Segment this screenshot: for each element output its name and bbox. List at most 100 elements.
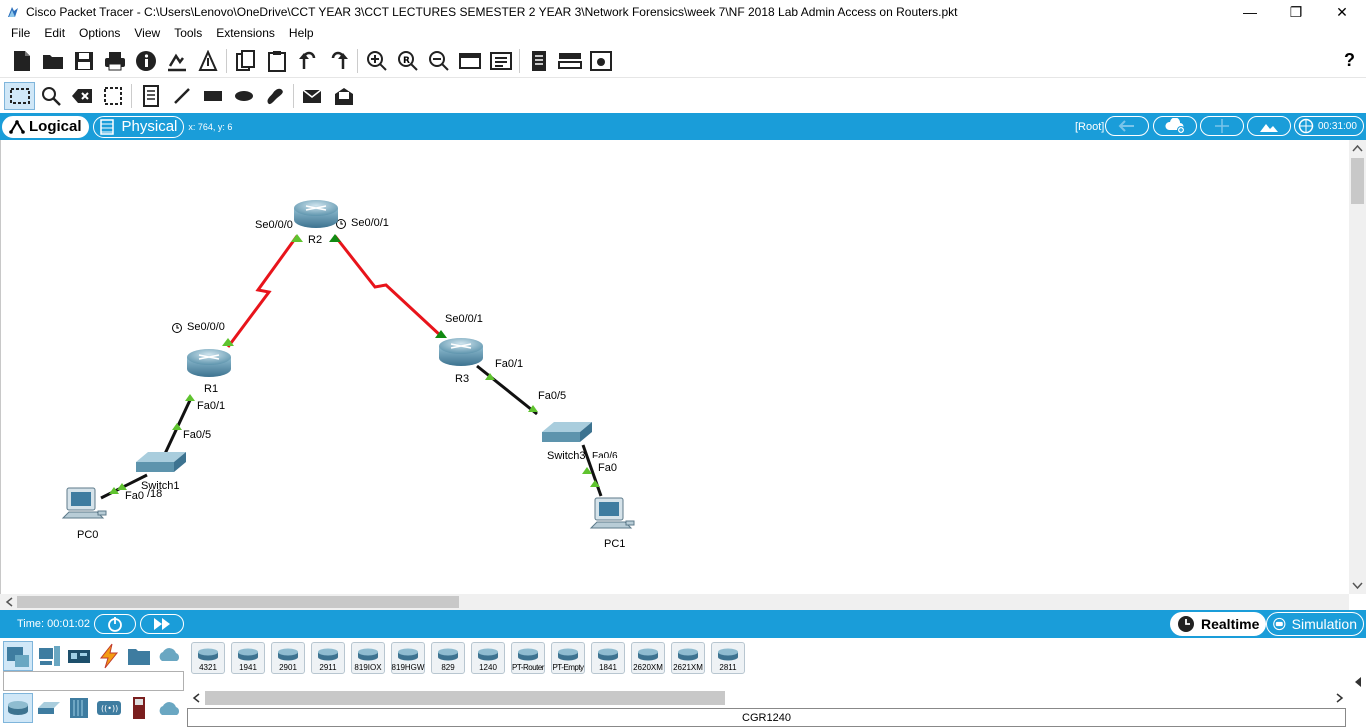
scroll-up-icon[interactable] (1349, 142, 1366, 154)
model-2811[interactable]: 2811 (711, 642, 745, 674)
save-icon[interactable] (68, 47, 99, 75)
model-829[interactable]: 829 (431, 642, 465, 674)
model-1240[interactable]: 1240 (471, 642, 505, 674)
topology-canvas[interactable] (1, 140, 1350, 594)
maximize-button[interactable]: ❐ (1273, 0, 1319, 24)
models-scroll-left-icon[interactable] (192, 692, 202, 704)
clock-button[interactable]: 00:31:00 (1294, 116, 1364, 136)
set-background-button[interactable] (1247, 116, 1291, 136)
paste-icon[interactable] (261, 47, 292, 75)
model-1941[interactable]: 1941 (231, 642, 265, 674)
router-r3[interactable] (439, 338, 483, 366)
model-2901[interactable]: 2901 (271, 642, 305, 674)
expand-panel-icon[interactable] (1352, 675, 1364, 689)
model-2620xm[interactable]: 2620XM (631, 642, 665, 674)
tab-physical[interactable]: Physical (92, 115, 185, 138)
device-template-icon[interactable] (554, 47, 585, 75)
menu-tools[interactable]: Tools (167, 26, 209, 40)
model-2621xm[interactable]: 2621XM (671, 642, 705, 674)
router-r2[interactable] (294, 200, 338, 228)
draw-rectangle-icon[interactable] (197, 82, 228, 110)
connections-category-icon[interactable] (94, 641, 124, 671)
info-icon[interactable] (130, 47, 161, 75)
horizontal-scroll-thumb[interactable] (17, 596, 459, 608)
menu-edit[interactable]: Edit (37, 26, 72, 40)
zoom-out-icon[interactable] (423, 47, 454, 75)
vertical-scroll-thumb[interactable] (1351, 158, 1364, 204)
move-object-button[interactable] (1200, 116, 1244, 136)
draw-ellipse-icon[interactable] (228, 82, 259, 110)
network-info-icon[interactable] (192, 47, 223, 75)
serial-link-r2-r3[interactable] (333, 235, 443, 338)
close-button[interactable]: ✕ (1319, 0, 1365, 24)
undo-icon[interactable] (292, 47, 323, 75)
open-folder-icon[interactable] (37, 47, 68, 75)
tab-logical[interactable]: Logical (2, 115, 89, 138)
draw-line-icon[interactable] (166, 82, 197, 110)
category-search-box[interactable] (3, 671, 184, 691)
pc-pc1[interactable] (589, 497, 635, 529)
vertical-scrollbar[interactable] (1349, 140, 1366, 594)
models-scroll-thumb[interactable] (205, 691, 725, 705)
simulation-mode-button[interactable]: Simulation (1266, 612, 1364, 636)
end-devices-category-icon[interactable] (34, 641, 64, 671)
delete-icon[interactable] (66, 82, 97, 110)
menu-extensions[interactable]: Extensions (209, 26, 282, 40)
minimize-button[interactable]: — (1227, 0, 1273, 24)
model-819hgw[interactable]: 819HGW (391, 642, 425, 674)
resize-shape-icon[interactable] (97, 82, 128, 110)
print-icon[interactable] (99, 47, 130, 75)
model-pt-router[interactable]: PT-Router (511, 642, 545, 674)
components-category-icon[interactable] (64, 641, 94, 671)
freeform-icon[interactable] (259, 82, 290, 110)
models-scroll-right-icon[interactable] (1334, 692, 1344, 704)
place-note-icon[interactable] (135, 82, 166, 110)
switches-subcategory-icon[interactable] (34, 693, 64, 723)
miscellaneous-category-icon[interactable] (124, 641, 154, 671)
scroll-down-icon[interactable] (1349, 580, 1366, 592)
copy-icon[interactable] (230, 47, 261, 75)
zoom-reset-icon[interactable]: R (392, 47, 423, 75)
screenshot-icon[interactable] (585, 47, 616, 75)
switch-switch3[interactable] (542, 422, 592, 442)
model-4321[interactable]: 4321 (191, 642, 225, 674)
switch-switch1[interactable] (136, 452, 186, 472)
activity-wizard-icon[interactable] (161, 47, 192, 75)
add-simple-pdu-icon[interactable] (297, 82, 328, 110)
router-r1[interactable] (187, 349, 231, 377)
zoom-in-icon[interactable] (361, 47, 392, 75)
routers-subcategory-icon[interactable] (3, 693, 33, 723)
scroll-left-icon[interactable] (4, 594, 16, 610)
model-2911[interactable]: 2911 (311, 642, 345, 674)
new-file-icon[interactable] (6, 47, 37, 75)
model-1841[interactable]: 1841 (591, 642, 625, 674)
hubs-subcategory-icon[interactable] (64, 693, 94, 723)
logical-workspace[interactable]: R2 R1 R3 Switch1 Switch3 PC0 PC1 Se0/0/0… (0, 140, 1366, 610)
ethernet-link-r3-switch3[interactable] (476, 364, 538, 416)
serial-link-r2-r1[interactable] (226, 235, 299, 348)
redo-icon[interactable] (323, 47, 354, 75)
wireless-subcategory-icon[interactable]: ((•)) (94, 693, 124, 723)
menu-view[interactable]: View (127, 26, 167, 40)
back-nav-button[interactable] (1105, 116, 1149, 136)
custom-devices-icon[interactable] (485, 47, 516, 75)
drawing-palette-icon[interactable] (454, 47, 485, 75)
realtime-mode-button[interactable]: Realtime (1170, 612, 1267, 636)
menu-file[interactable]: File (4, 26, 37, 40)
notes-icon[interactable] (523, 47, 554, 75)
select-tool-icon[interactable] (4, 82, 35, 110)
menu-help[interactable]: Help (282, 26, 321, 40)
horizontal-scrollbar[interactable] (0, 594, 1349, 610)
model-pt-empty[interactable]: PT-Empty (551, 642, 585, 674)
help-question-icon[interactable]: ? (1334, 46, 1365, 74)
fast-forward-button[interactable] (139, 614, 184, 634)
wan-emulation-subcategory-icon[interactable] (155, 693, 185, 723)
power-cycle-button[interactable] (93, 614, 136, 634)
model-819iox[interactable]: 819IOX (351, 642, 385, 674)
inspect-icon[interactable] (35, 82, 66, 110)
menu-options[interactable]: Options (72, 26, 127, 40)
multiuser-category-icon[interactable] (155, 641, 185, 671)
root-breadcrumb[interactable]: [Root] (1075, 121, 1104, 133)
pc-pc0[interactable] (61, 487, 107, 519)
network-devices-category-icon[interactable] (3, 641, 33, 671)
